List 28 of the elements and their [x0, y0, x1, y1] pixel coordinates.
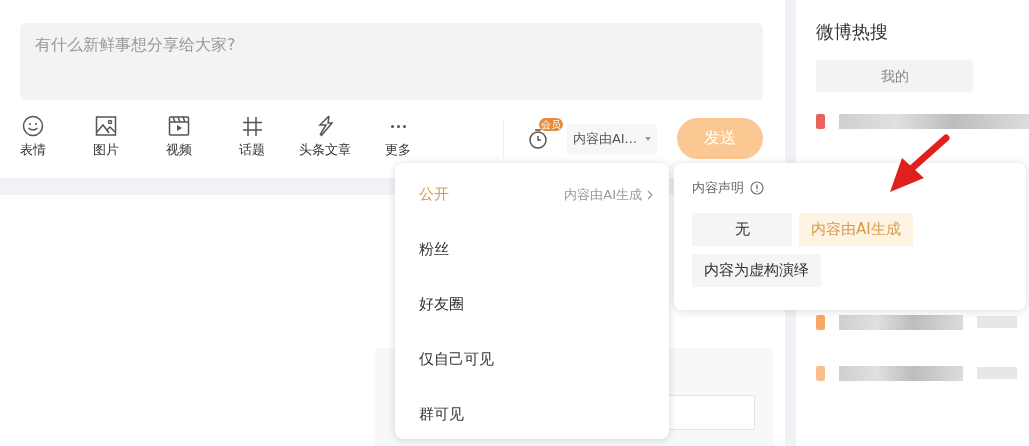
member-badge: 会员	[538, 117, 563, 131]
sidebar-title: 微博热搜	[816, 20, 889, 44]
toolbar-button[interactable]: 头条文章	[295, 114, 355, 159]
video-icon	[168, 114, 190, 137]
toolbar-button[interactable]: 话题	[222, 114, 282, 159]
popup-title: 内容声明	[692, 179, 744, 197]
toolbar-button[interactable]: 图片	[76, 114, 136, 159]
toolbar-button[interactable]: 表情	[3, 114, 63, 159]
redacted-text	[977, 367, 1017, 379]
caret-icon	[645, 136, 651, 141]
menu-item[interactable]: 仅自己可见	[395, 332, 669, 387]
hash-icon	[241, 114, 263, 137]
toolbar-button[interactable]: 更多	[368, 114, 428, 159]
smiley-icon	[22, 114, 44, 137]
hint-text: 内容由AI生成	[564, 185, 642, 204]
menu-item[interactable]: 群可见	[395, 387, 669, 442]
chevron-icon	[647, 189, 653, 200]
image-icon	[95, 114, 117, 137]
info-icon	[750, 181, 764, 195]
more-icon	[390, 124, 406, 128]
placeholder-text: 有什么新鲜事想分享给大家?	[35, 35, 236, 54]
menu-item[interactable]: 粉丝	[395, 222, 669, 277]
menu-item[interactable]: 好友圈	[395, 277, 669, 332]
option-chip[interactable]: 内容为虚构演绎	[692, 254, 821, 287]
declaration-dropdown[interactable]: 内容由AI...	[566, 123, 657, 154]
toolbar-button[interactable]: 视频	[149, 114, 209, 159]
redacted-text	[977, 316, 1017, 328]
option-chip[interactable]: 无	[692, 213, 792, 246]
